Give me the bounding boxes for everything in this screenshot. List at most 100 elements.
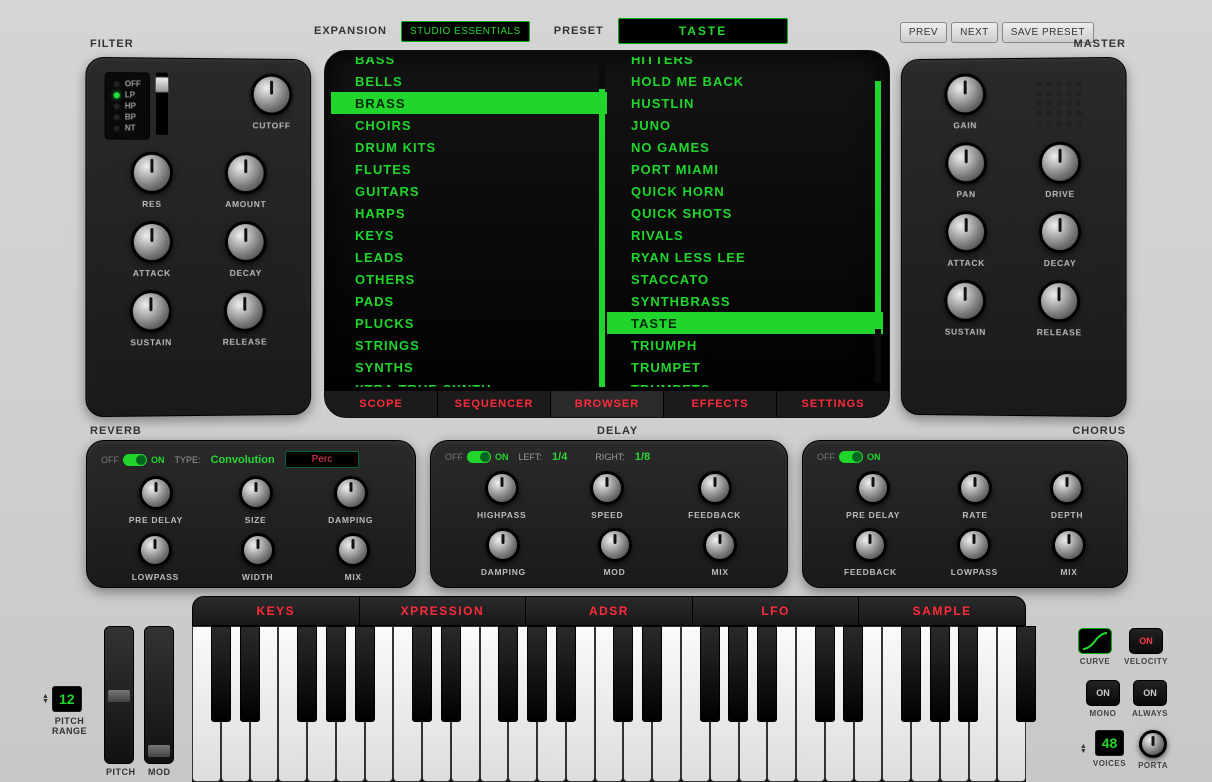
category-item[interactable]: STRINGS	[331, 334, 607, 356]
category-item[interactable]: BRASS	[331, 92, 607, 114]
preset-item[interactable]: TRUMPETS	[607, 378, 883, 387]
preset-item[interactable]: QUICK HORN	[607, 180, 883, 202]
velocity-button[interactable]: ON	[1129, 628, 1163, 654]
voices-spin-icon[interactable]: ▲▼	[1080, 744, 1087, 754]
preset-item[interactable]: HITTERS	[607, 57, 883, 70]
delay-mix-knob[interactable]	[703, 528, 737, 562]
chorus-toggle[interactable]: OFFON	[817, 451, 881, 463]
btab-adsr[interactable]: ADSR	[525, 597, 692, 625]
btab-sample[interactable]: SAMPLE	[858, 597, 1025, 625]
btab-xpression[interactable]: XPRESSION	[359, 597, 526, 625]
black-key[interactable]	[355, 626, 375, 722]
black-key[interactable]	[901, 626, 921, 722]
category-item[interactable]: CHOIRS	[331, 114, 607, 136]
reverb-preset-value[interactable]: Perc	[285, 451, 360, 468]
black-key[interactable]	[326, 626, 346, 722]
preset-item[interactable]: SYNTHBRASS	[607, 290, 883, 312]
pan-knob[interactable]	[945, 142, 987, 184]
preset-item[interactable]: TASTE	[607, 312, 883, 334]
preset-value[interactable]: TASTE	[618, 18, 788, 44]
category-column[interactable]: BASSBELLSBRASSCHOIRSDRUM KITSFLUTESGUITA…	[331, 57, 607, 387]
category-item[interactable]: PADS	[331, 290, 607, 312]
delay-left-value[interactable]: 1/4	[552, 451, 567, 463]
reverb-predelay-knob[interactable]	[139, 476, 173, 510]
chorus-mix-knob[interactable]	[1052, 528, 1086, 562]
preset-item[interactable]: HOLD ME BACK	[607, 70, 883, 92]
category-item[interactable]: OTHERS	[331, 268, 607, 290]
delay-speed-knob[interactable]	[590, 471, 624, 505]
filter-decay-knob[interactable]	[225, 221, 267, 263]
black-key[interactable]	[297, 626, 317, 722]
reverb-type-value[interactable]: Convolution	[211, 454, 275, 466]
preset-column[interactable]: HITTERSHOLD ME BACKHUSTLINJUNONO GAMESPO…	[607, 57, 883, 387]
chorus-lowpass-knob[interactable]	[957, 528, 991, 562]
black-key[interactable]	[498, 626, 518, 722]
black-key[interactable]	[211, 626, 231, 722]
chorus-depth-knob[interactable]	[1050, 471, 1084, 505]
preset-scrollbar[interactable]	[875, 61, 881, 383]
reverb-damping-knob[interactable]	[334, 476, 368, 510]
reverb-width-knob[interactable]	[241, 533, 275, 567]
cutoff-knob[interactable]	[251, 73, 293, 115]
mono-button[interactable]: ON	[1086, 680, 1120, 706]
category-item[interactable]: GUITARS	[331, 180, 607, 202]
preset-item[interactable]: RYAN LESS LEE	[607, 246, 883, 268]
black-key[interactable]	[757, 626, 777, 722]
filter-release-knob[interactable]	[224, 290, 266, 332]
porta-knob[interactable]	[1139, 730, 1167, 758]
filter-attack-knob[interactable]	[131, 221, 173, 263]
preset-item[interactable]: STACCATO	[607, 268, 883, 290]
black-key[interactable]	[700, 626, 720, 722]
category-item[interactable]: FLUTES	[331, 158, 607, 180]
black-key[interactable]	[843, 626, 863, 722]
tab-scope[interactable]: SCOPE	[325, 391, 437, 417]
black-key[interactable]	[815, 626, 835, 722]
preset-item[interactable]: TRUMPET	[607, 356, 883, 378]
reverb-toggle[interactable]: OFFON	[101, 454, 165, 466]
preset-item[interactable]: QUICK SHOTS	[607, 202, 883, 224]
reverb-lowpass-knob[interactable]	[138, 533, 172, 567]
category-scrollbar[interactable]	[599, 61, 605, 383]
category-item[interactable]: KEYS	[331, 224, 607, 246]
master-decay-knob[interactable]	[1039, 211, 1081, 253]
category-item[interactable]: BASS	[331, 57, 607, 70]
tab-effects[interactable]: EFFECTS	[663, 391, 776, 417]
spin-icon[interactable]: ▲▼	[42, 694, 49, 704]
black-key[interactable]	[1016, 626, 1036, 722]
black-key[interactable]	[412, 626, 432, 722]
category-item[interactable]: XTRA TRUE SYNTH	[331, 378, 607, 387]
black-key[interactable]	[441, 626, 461, 722]
btab-lfo[interactable]: LFO	[692, 597, 859, 625]
category-item[interactable]: DRUM KITS	[331, 136, 607, 158]
category-item[interactable]: PLUCKS	[331, 312, 607, 334]
delay-damping-knob[interactable]	[486, 528, 520, 562]
reverb-mix-knob[interactable]	[336, 533, 370, 567]
btab-keys[interactable]: KEYS	[193, 597, 359, 625]
delay-mod-knob[interactable]	[598, 528, 632, 562]
preset-item[interactable]: PORT MIAMI	[607, 158, 883, 180]
chorus-predelay-knob[interactable]	[856, 471, 890, 505]
chorus-feedback-knob[interactable]	[853, 528, 887, 562]
chorus-rate-knob[interactable]	[958, 471, 992, 505]
voices-value[interactable]: 48	[1095, 730, 1125, 756]
tab-sequencer[interactable]: SEQUENCER	[437, 391, 550, 417]
expansion-value[interactable]: STUDIO ESSENTIALS	[401, 21, 530, 42]
amount-knob[interactable]	[225, 152, 267, 194]
master-attack-knob[interactable]	[945, 211, 987, 253]
black-key[interactable]	[527, 626, 547, 722]
black-key[interactable]	[728, 626, 748, 722]
filter-sustain-knob[interactable]	[130, 290, 172, 332]
preset-item[interactable]: HUSTLIN	[607, 92, 883, 114]
category-item[interactable]: HARPS	[331, 202, 607, 224]
reverb-size-knob[interactable]	[239, 476, 273, 510]
black-key[interactable]	[613, 626, 633, 722]
black-key[interactable]	[556, 626, 576, 722]
tab-browser[interactable]: BROWSER	[550, 391, 663, 417]
black-key[interactable]	[642, 626, 662, 722]
gain-knob[interactable]	[944, 73, 986, 115]
always-button[interactable]: ON	[1133, 680, 1167, 706]
category-item[interactable]: BELLS	[331, 70, 607, 92]
filter-mode-selector[interactable]: OFF LP HP BP NT	[105, 72, 150, 140]
category-item[interactable]: LEADS	[331, 246, 607, 268]
res-knob[interactable]	[131, 152, 173, 194]
